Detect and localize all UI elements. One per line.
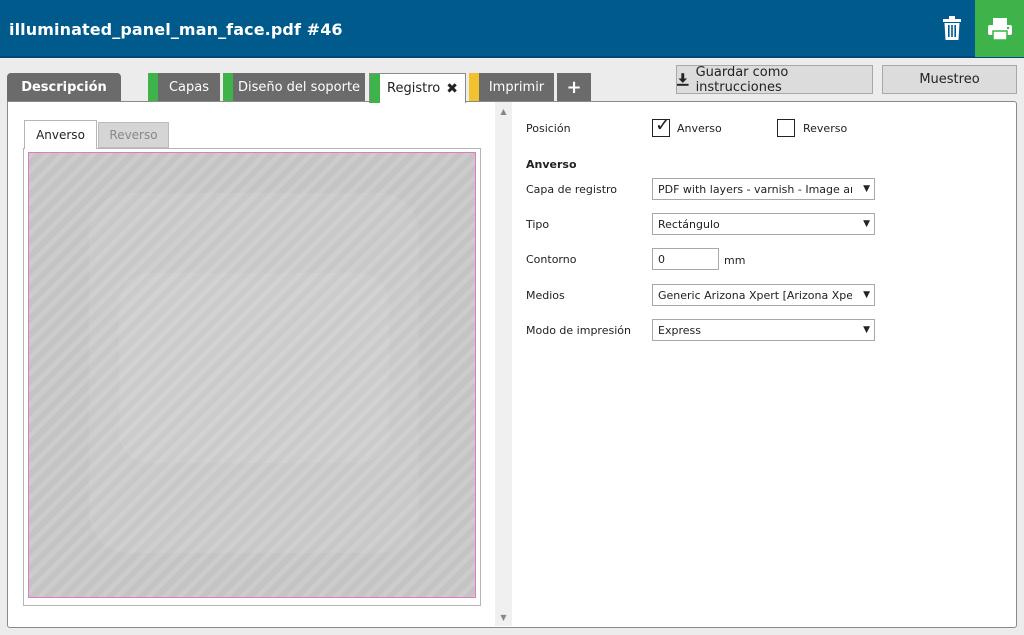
scroll-up-icon[interactable]: ▲ <box>495 104 512 118</box>
section-title: Anverso <box>526 158 577 171</box>
tab-label: Diseño del soporte <box>237 79 361 95</box>
plus-icon: + <box>566 76 582 98</box>
sample-label: Muestreo <box>919 72 980 87</box>
add-tab-button[interactable]: + <box>557 73 591 101</box>
media-value: Generic Arizona Xpert [Arizona Xpert] <box>658 288 852 302</box>
sample-button[interactable]: Muestreo <box>882 65 1017 94</box>
tab-imprimir[interactable]: Imprimir <box>469 73 554 101</box>
download-icon <box>677 73 689 86</box>
subtab-label: Reverso <box>109 128 158 142</box>
layer-label: Capa de registro <box>526 183 618 196</box>
registration-preview <box>28 152 476 598</box>
print-mode-select[interactable]: Express ▼ <box>652 319 875 341</box>
dropdown-arrow-icon: ▼ <box>863 184 870 194</box>
vertical-scrollbar[interactable]: ▲ ▼ <box>495 102 512 626</box>
printer-icon <box>987 17 1012 41</box>
type-select[interactable]: Rectángulo ▼ <box>652 213 875 235</box>
back-checkbox[interactable] <box>777 119 795 137</box>
close-tab-icon[interactable]: ✖ <box>446 81 458 97</box>
type-value: Rectángulo <box>658 217 720 231</box>
media-label: Medios <box>526 289 565 302</box>
tab-label: Descripción <box>21 79 107 95</box>
checkmark-icon: ✓ <box>655 114 671 136</box>
status-stripe <box>370 74 380 103</box>
layer-select[interactable]: PDF with layers - varnish - Image area v… <box>652 178 875 200</box>
subtab-anverso[interactable]: Anverso <box>24 120 97 149</box>
status-stripe <box>148 73 158 101</box>
front-checkbox-label: Anverso <box>677 122 722 135</box>
tab-descripcion[interactable]: Descripción <box>7 73 121 101</box>
delete-button[interactable] <box>934 10 970 46</box>
contour-value: 0 <box>658 252 665 266</box>
type-label: Tipo <box>526 218 550 231</box>
trash-icon <box>943 16 961 40</box>
status-stripe <box>223 73 233 101</box>
dropdown-arrow-icon: ▼ <box>863 325 870 335</box>
status-stripe <box>469 73 479 101</box>
print-mode-value: Express <box>658 323 701 337</box>
contour-label: Contorno <box>526 253 577 266</box>
front-checkbox[interactable]: ✓ <box>652 115 671 137</box>
position-label: Posición <box>526 122 571 135</box>
tab-capas[interactable]: Capas <box>148 73 220 101</box>
back-checkbox-label: Reverso <box>803 122 848 135</box>
tab-registro[interactable]: Registro ✖ <box>369 73 466 103</box>
scroll-down-icon[interactable]: ▼ <box>495 610 512 624</box>
tab-label: Capas <box>168 79 210 95</box>
dropdown-arrow-icon: ▼ <box>863 219 870 229</box>
subtab-reverso[interactable]: Reverso <box>98 122 169 148</box>
contour-input[interactable]: 0 <box>652 248 719 270</box>
subtab-label: Anverso <box>36 128 85 142</box>
face-silhouette <box>119 273 389 463</box>
contour-unit: mm <box>724 254 746 267</box>
app-header: illuminated_panel_man_face.pdf #46 <box>0 0 1024 58</box>
save-label: Guardar como instrucciones <box>695 64 789 95</box>
print-button[interactable] <box>975 0 1024 57</box>
tab-diseno-del-soporte[interactable]: Diseño del soporte <box>223 73 365 101</box>
media-select[interactable]: Generic Arizona Xpert [Arizona Xpert] ▼ <box>652 284 875 306</box>
save-as-instructions-button[interactable]: Guardar como instrucciones <box>676 64 873 95</box>
tab-label: Imprimir <box>488 79 545 95</box>
layer-value: PDF with layers - varnish - Image area v… <box>658 182 852 196</box>
document-title: illuminated_panel_man_face.pdf #46 <box>9 20 343 39</box>
tab-label: Registro <box>387 81 441 96</box>
dropdown-arrow-icon: ▼ <box>863 290 870 300</box>
print-mode-label: Modo de impresión <box>526 324 631 337</box>
